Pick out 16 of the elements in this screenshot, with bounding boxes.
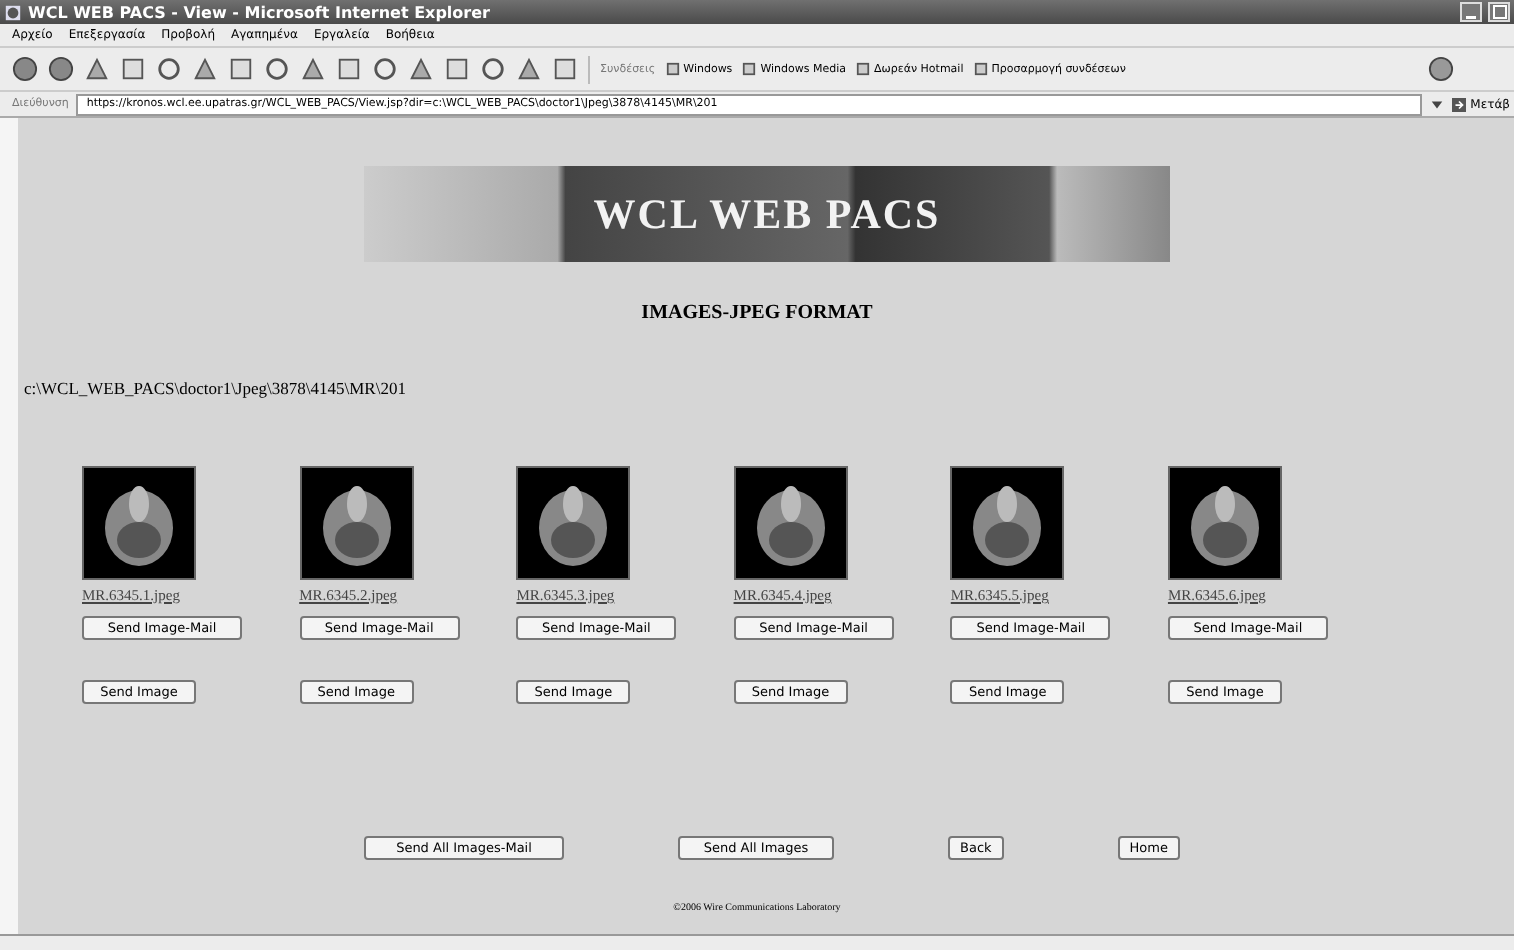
maximize-icon bbox=[1491, 4, 1507, 20]
minimize-button[interactable] bbox=[1460, 2, 1482, 22]
mri-scan-thumbnail[interactable] bbox=[733, 466, 848, 580]
mri-scan-thumbnail[interactable] bbox=[1167, 466, 1282, 580]
dropdown-icon[interactable] bbox=[1430, 97, 1445, 111]
mri-scan-thumbnail[interactable] bbox=[950, 466, 1065, 580]
page-heading: IMAGES-JPEG FORMAT bbox=[639, 302, 875, 324]
mri-scan-thumbnail[interactable] bbox=[299, 466, 414, 580]
window-title: WCL WEB PACS - View - Microsoft Internet Explorer bbox=[28, 3, 490, 21]
mri-scan-thumbnail[interactable] bbox=[82, 466, 196, 580]
mri-scan-thumbnail[interactable] bbox=[516, 466, 631, 580]
arrow-icon bbox=[1452, 97, 1467, 111]
maximize-button[interactable] bbox=[1488, 2, 1510, 22]
directory-path: c:\WCL_WEB_PACS\doctor1\Jpeg\3878\4145\MR\201 bbox=[24, 378, 408, 398]
banner-title: WCL WEB PACS bbox=[593, 189, 941, 239]
browser-icon bbox=[4, 3, 22, 21]
